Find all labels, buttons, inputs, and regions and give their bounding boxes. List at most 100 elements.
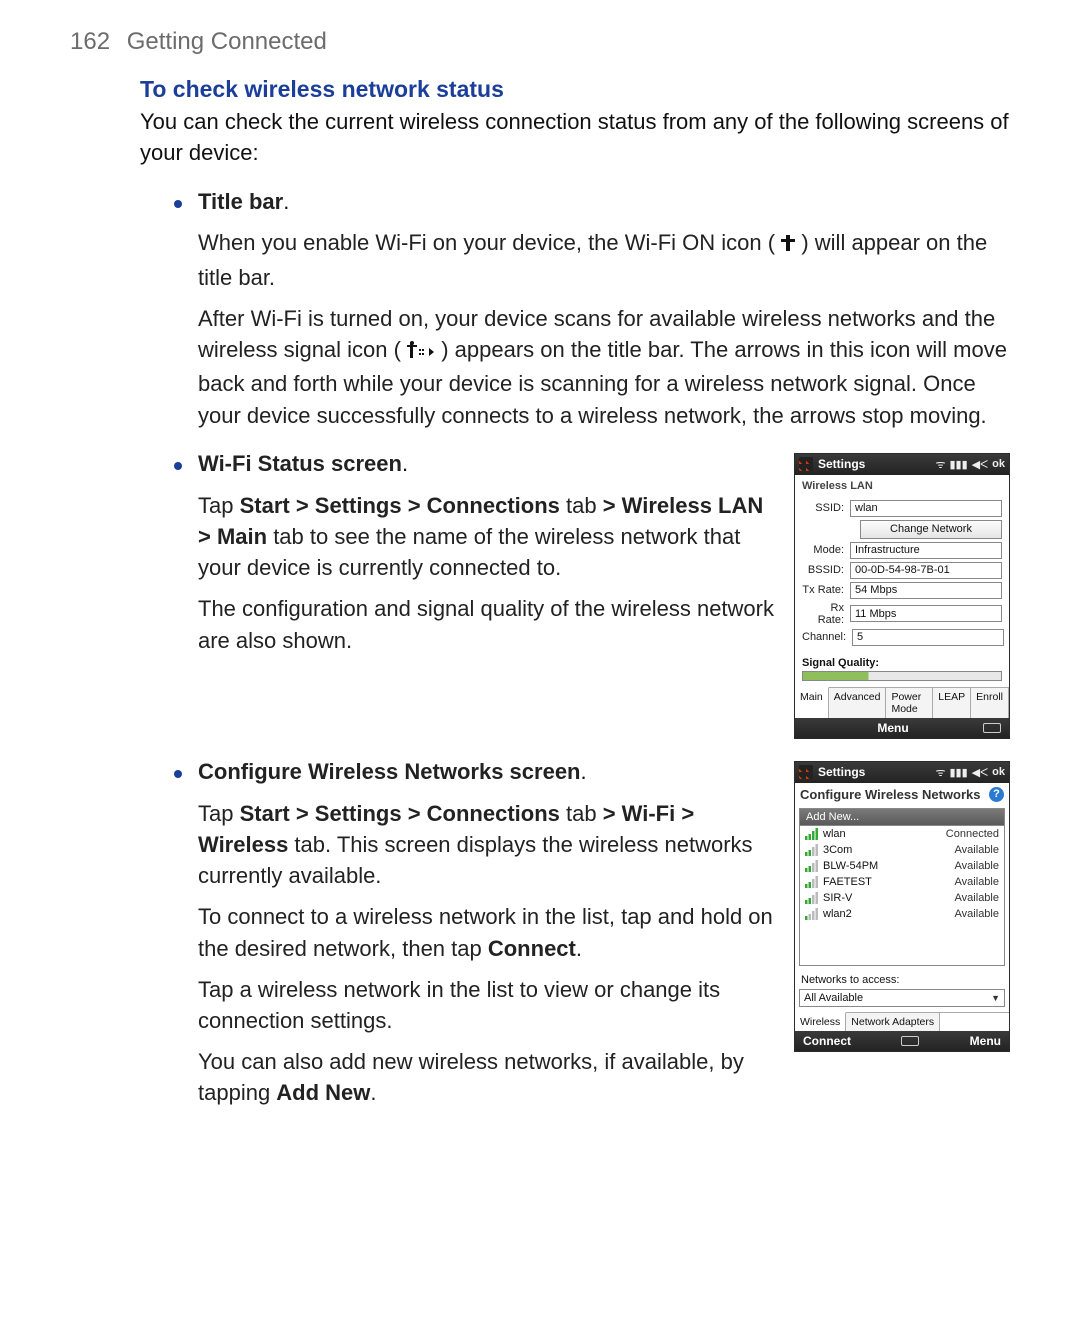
signal-bars-icon: ▮▮▮ xyxy=(950,458,968,471)
bullet-title-dot: . xyxy=(283,189,289,214)
bullet-title-dot: . xyxy=(581,759,587,784)
panel-title: Wireless LAN xyxy=(795,475,1009,495)
window-title: Settings xyxy=(818,457,930,471)
mode-field[interactable] xyxy=(850,542,1002,559)
network-status: Available xyxy=(955,876,999,888)
wifi-antenna-icon: ᯤ xyxy=(935,457,945,472)
soft-menu[interactable]: Menu xyxy=(877,721,908,735)
network-list-item[interactable]: 3ComAvailable xyxy=(800,842,1004,858)
ssid-label: SSID: xyxy=(802,502,850,514)
bullet-paragraph: Tap Start > Settings > Connections tab >… xyxy=(198,490,776,584)
channel-label: Channel: xyxy=(802,631,852,643)
bullet-title: Title bar xyxy=(198,189,283,214)
form-row: Tx Rate: xyxy=(802,582,1002,599)
network-list-item[interactable]: SIR-VAvailable xyxy=(800,890,1004,906)
text-fragment: . xyxy=(576,936,582,961)
keyboard-icon[interactable] xyxy=(901,1036,919,1046)
network-name: FAETEST xyxy=(823,876,955,888)
channel-field[interactable] xyxy=(852,629,1004,646)
bullet-paragraph: Tap Start > Settings > Connections tab >… xyxy=(198,798,776,892)
tab-main[interactable]: Main xyxy=(795,687,829,718)
page: 162 Getting Connected To check wireless … xyxy=(0,0,1080,1169)
signal-strength-icon xyxy=(805,828,819,840)
add-new-word: Add New xyxy=(276,1080,370,1105)
mode-label: Mode: xyxy=(802,544,850,556)
network-status: Available xyxy=(955,892,999,904)
wifi-signal-scan-icon xyxy=(407,337,435,368)
chapter-title: Getting Connected xyxy=(127,28,327,55)
form-row: Mode: xyxy=(802,542,1002,559)
network-name: 3Com xyxy=(823,844,955,856)
wifi-on-icon xyxy=(781,230,795,261)
bullet-item: Configure Wireless Networks screen. Tap … xyxy=(140,757,1010,1109)
bullet-dot-icon xyxy=(174,462,182,470)
bullet-item: Title bar. When you enable Wi-Fi on your… xyxy=(140,187,1010,431)
bullet-paragraph: You can also add new wireless networks, … xyxy=(198,1046,776,1108)
text-fragment: tab to see the name of the wireless netw… xyxy=(198,524,740,580)
panel-heading-row: Configure Wireless Networks ? xyxy=(795,783,1009,804)
bullet-title: Configure Wireless Networks screen xyxy=(198,759,581,784)
form-row: Change Network xyxy=(802,520,1002,539)
help-icon[interactable]: ? xyxy=(989,787,1004,802)
bullet-paragraph: Tap a wireless network in the list to vi… xyxy=(198,974,776,1036)
network-list-item[interactable]: FAETESTAvailable xyxy=(800,874,1004,890)
network-list-item[interactable]: wlanConnected xyxy=(800,826,1004,842)
bullet-title-dot: . xyxy=(402,451,408,476)
bullet-body: Configure Wireless Networks screen. Tap … xyxy=(198,757,1010,1109)
nav-path: Start > Settings > Connections xyxy=(240,801,560,826)
connect-word: Connect xyxy=(488,936,576,961)
ssid-field[interactable] xyxy=(850,500,1002,517)
form-row: Rx Rate: xyxy=(802,602,1002,626)
tab-advanced[interactable]: Advanced xyxy=(829,688,887,718)
text-fragment: Tap xyxy=(198,493,240,518)
bullet-body: Title bar. When you enable Wi-Fi on your… xyxy=(198,187,1010,431)
change-network-button[interactable]: Change Network xyxy=(860,520,1002,539)
signal-quality-bar xyxy=(802,671,1002,681)
networks-access-dropdown[interactable]: All Available ▼ xyxy=(799,989,1005,1007)
soft-connect[interactable]: Connect xyxy=(803,1034,851,1048)
network-list-item[interactable]: BLW-54PMAvailable xyxy=(800,858,1004,874)
tab-enroll[interactable]: Enroll xyxy=(971,688,1009,718)
wifi-antenna-icon: ᯤ xyxy=(935,765,945,780)
ok-button[interactable]: ok xyxy=(992,766,1005,778)
start-flag-icon[interactable] xyxy=(799,457,813,471)
tab-power-mode[interactable]: Power Mode xyxy=(886,688,933,718)
bullet-dot-icon xyxy=(174,770,182,778)
tab-network-adapters[interactable]: Network Adapters xyxy=(846,1013,940,1031)
txrate-label: Tx Rate: xyxy=(802,584,850,596)
panel-heading: Configure Wireless Networks xyxy=(800,787,989,802)
content-column: To check wireless network status You can… xyxy=(70,76,1010,1109)
dropdown-value: All Available xyxy=(804,992,863,1004)
network-status: Connected xyxy=(946,828,999,840)
section-heading: To check wireless network status xyxy=(140,76,1010,103)
add-new-item[interactable]: Add New... xyxy=(799,808,1005,826)
window-title: Settings xyxy=(818,765,930,779)
rxrate-field[interactable] xyxy=(850,605,1002,622)
bullet-paragraph: When you enable Wi-Fi on your device, th… xyxy=(198,227,1010,292)
tab-leap[interactable]: LEAP xyxy=(933,688,971,718)
status-icons: ᯤ ▮▮▮ ◀ᐸ ok xyxy=(935,765,1005,780)
bssid-field[interactable] xyxy=(850,562,1002,579)
signal-quality-label: Signal Quality: xyxy=(795,653,1009,671)
networks-access-label: Networks to access: xyxy=(795,972,1009,988)
text-fragment: To connect to a wireless network in the … xyxy=(198,904,773,960)
device-titlebar: Settings ᯤ ▮▮▮ ◀ᐸ ok xyxy=(795,762,1009,783)
bullet-dot-icon xyxy=(174,200,182,208)
start-flag-icon[interactable] xyxy=(799,765,813,779)
txrate-field[interactable] xyxy=(850,582,1002,599)
network-name: BLW-54PM xyxy=(823,860,955,872)
network-name: wlan xyxy=(823,828,946,840)
ok-button[interactable]: ok xyxy=(992,458,1005,470)
network-status: Available xyxy=(955,860,999,872)
tab-wireless[interactable]: Wireless xyxy=(795,1012,846,1031)
soft-menu[interactable]: Menu xyxy=(970,1034,1001,1048)
network-list-item[interactable]: wlan2Available xyxy=(800,906,1004,922)
form-area: SSID: Change Network Mode: xyxy=(795,495,1009,653)
text-fragment: . xyxy=(370,1080,376,1105)
form-row: BSSID: xyxy=(802,562,1002,579)
network-list[interactable]: wlanConnected3ComAvailableBLW-54PMAvaila… xyxy=(799,826,1005,966)
bullet-paragraph: To connect to a wireless network in the … xyxy=(198,901,776,963)
chevron-down-icon: ▼ xyxy=(991,993,1000,1003)
keyboard-icon[interactable] xyxy=(983,723,1001,733)
bullet-text-column: Configure Wireless Networks screen. Tap … xyxy=(198,757,776,1109)
